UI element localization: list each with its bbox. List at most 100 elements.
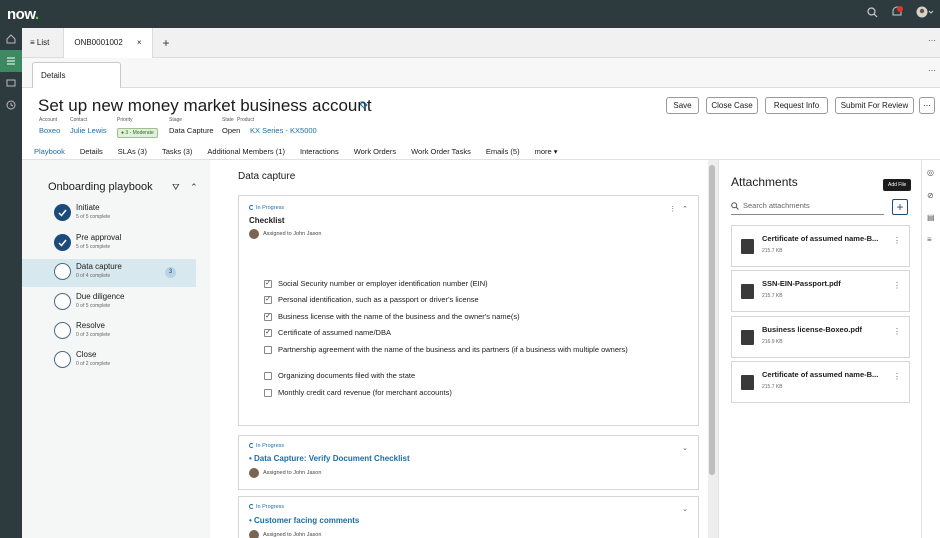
subbar-more-icon[interactable]: ⋯	[928, 66, 936, 75]
chevron-down-icon[interactable]: ⌄	[682, 444, 688, 452]
add-tab-button[interactable]: +	[163, 36, 170, 50]
assignee: Assigned to John Jason	[249, 530, 321, 538]
account-link[interactable]: Boxeo	[39, 126, 60, 135]
submit-for-review-button[interactable]: Submit For Review	[835, 97, 914, 114]
task-card[interactable]: In Progress • Customer facing comments A…	[238, 496, 699, 538]
in-progress-icon	[249, 504, 254, 509]
file-more-icon[interactable]: ⋮	[893, 281, 901, 290]
checkbox-checked[interactable]: ✓	[264, 313, 272, 321]
save-button[interactable]: Save	[666, 97, 699, 114]
status-in-progress: In Progress	[249, 205, 284, 211]
stage-value: Data Capture	[169, 126, 214, 135]
file-more-icon[interactable]: ⋮	[893, 327, 901, 336]
checkbox-unchecked[interactable]	[264, 389, 272, 397]
state-value: Open	[222, 126, 241, 135]
checkbox-unchecked[interactable]	[264, 372, 272, 380]
pending-circle-icon	[54, 322, 71, 339]
search-icon	[731, 201, 739, 210]
playbook-title: Onboarding playbook	[48, 181, 153, 193]
task-link[interactable]: • Data Capture: Verify Document Checklis…	[249, 454, 410, 463]
notification-icon[interactable]	[890, 6, 904, 18]
inbox-icon[interactable]	[0, 72, 22, 94]
add-file-button[interactable]: +	[892, 199, 908, 215]
request-info-button[interactable]: Request Info	[765, 97, 828, 114]
contact-link[interactable]: Julie Lewis	[70, 126, 107, 135]
playbook-step-close[interactable]: Close 0 of 2 complete	[22, 347, 196, 375]
checkbox-checked[interactable]: ✓	[264, 329, 272, 337]
checklist-item[interactable]: ✓ Personal identification, such as a pass…	[264, 295, 479, 304]
playbook-step-initiate[interactable]: Initiate 5 of 5 complete	[22, 200, 196, 228]
task-link[interactable]: • Customer facing comments	[249, 516, 359, 525]
top-bar: now.	[0, 0, 940, 28]
checkbox-checked[interactable]: ✓	[264, 280, 272, 288]
checklist-item[interactable]: Partnership agreement with the name of t…	[264, 345, 634, 354]
task-card[interactable]: In Progress • Data Capture: Verify Docum…	[238, 435, 699, 490]
checklist-item[interactable]: Organizing documents filed with the stat…	[264, 371, 415, 380]
file-more-icon[interactable]: ⋮	[893, 372, 901, 381]
priority-badge: ● 3 - Moderate	[117, 127, 158, 138]
chevron-down-icon[interactable]: ⌄	[682, 505, 688, 513]
document-icon[interactable]: ▤	[927, 213, 935, 222]
checkbox-checked[interactable]: ✓	[264, 296, 272, 304]
list-icon[interactable]: ≡	[927, 235, 932, 244]
close-tab-icon[interactable]: ×	[137, 38, 142, 47]
checklist-card: In Progress Checklist Assigned to John J…	[238, 195, 699, 426]
pdf-icon	[741, 330, 754, 345]
playbook-step-data-capture[interactable]: Data capture 0 of 4 complete 3	[22, 259, 196, 287]
tag-icon[interactable]	[360, 101, 368, 111]
file-size: 215.7 KB	[762, 384, 783, 390]
home-icon[interactable]	[0, 28, 22, 50]
pdf-icon	[741, 284, 754, 299]
paperclip-icon[interactable]: ⊘	[927, 191, 934, 200]
step-count-badge: 3	[165, 267, 176, 278]
pending-circle-icon	[54, 293, 71, 310]
step-name: Resolve	[76, 321, 105, 330]
search-icon[interactable]	[867, 6, 878, 18]
attachment-item[interactable]: Certificate of assumed name-B... 215.7 K…	[731, 225, 910, 267]
file-name[interactable]: Certificate of assumed name-B...	[762, 370, 887, 379]
product-link[interactable]: KX Series - KX5000	[250, 126, 317, 135]
in-progress-icon	[249, 443, 254, 448]
pending-circle-icon	[54, 351, 71, 368]
attachment-item[interactable]: Business license-Boxeo.pdf 216.9 KB ⋮	[731, 316, 910, 358]
search-attachments-input[interactable]: Search attachments	[731, 197, 884, 215]
playbook-step-resolve[interactable]: Resolve 0 of 3 complete	[22, 318, 196, 346]
tab-list[interactable]: ≡ List	[30, 38, 49, 47]
tab-record[interactable]: ONB0001002 ×	[63, 27, 153, 58]
checklist-item[interactable]: Monthly credit card revenue (for merchan…	[264, 388, 452, 397]
file-more-icon[interactable]: ⋮	[893, 236, 901, 245]
step-progress: 0 of 5 complete	[76, 303, 111, 309]
tabbar-more-icon[interactable]: ⋯	[928, 36, 936, 45]
attachment-item[interactable]: SSN-EIN-Passport.pdf 215.7 KB ⋮	[731, 270, 910, 312]
file-name[interactable]: SSN-EIN-Passport.pdf	[762, 279, 887, 288]
checkbox-unchecked[interactable]	[264, 346, 272, 354]
playbook-controls: ⛛ ⌃	[172, 182, 198, 193]
checklist-item[interactable]: ✓ Certificate of assumed name/DBA	[264, 328, 391, 337]
pdf-icon	[741, 239, 754, 254]
card-actions[interactable]: ⋮ ⌃	[669, 205, 688, 213]
user-avatar-icon[interactable]	[916, 6, 934, 18]
checklist-item[interactable]: ✓ Business license with the name of the b…	[264, 312, 520, 321]
complete-check-icon	[54, 234, 71, 251]
eye-icon[interactable]: ◎	[927, 168, 934, 177]
checklist-item[interactable]: ✓ Social Security number or employer iden…	[264, 279, 488, 288]
servicenow-logo[interactable]: now.	[7, 6, 39, 23]
close-case-button[interactable]: Close Case	[706, 97, 758, 114]
list-icon[interactable]	[0, 50, 22, 72]
file-size: 216.9 KB	[762, 339, 783, 345]
collapse-icon[interactable]: ⌃	[190, 182, 198, 192]
scrollbar-thumb[interactable]	[709, 165, 715, 475]
more-actions-button[interactable]: ⋯	[919, 97, 935, 114]
tab-details[interactable]: Details	[32, 62, 121, 88]
in-progress-icon	[249, 205, 254, 210]
attachment-item[interactable]: Certificate of assumed name-B... 215.7 K…	[731, 361, 910, 403]
status-in-progress: In Progress	[249, 504, 284, 510]
playbook-step-pre-approval[interactable]: Pre approval 5 of 5 complete	[22, 230, 196, 258]
file-name[interactable]: Certificate of assumed name-B...	[762, 234, 887, 243]
step-progress: 0 of 3 complete	[76, 332, 111, 338]
filter-icon[interactable]: ⛛	[172, 182, 180, 192]
file-name[interactable]: Business license-Boxeo.pdf	[762, 325, 887, 334]
playbook-step-due-diligence[interactable]: Due diligence 0 of 5 complete	[22, 289, 196, 317]
clock-icon[interactable]	[0, 94, 22, 116]
attachments-title: Attachments	[731, 175, 798, 189]
